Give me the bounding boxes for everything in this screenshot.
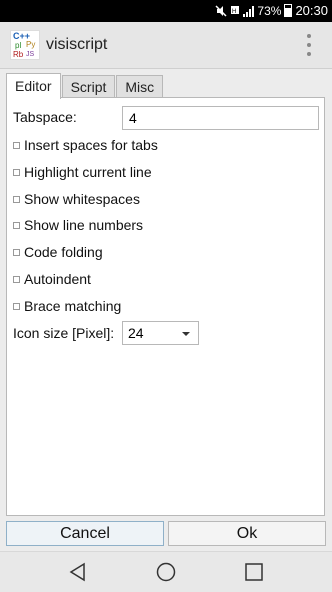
tab-script[interactable]: Script	[61, 75, 116, 98]
tab-misc[interactable]: Misc	[116, 75, 164, 98]
option-label: Highlight current line	[24, 164, 152, 180]
checkbox[interactable]	[13, 221, 20, 229]
status-time: 20:30	[295, 3, 328, 18]
battery-icon	[284, 4, 293, 17]
option-highlight-line[interactable]: Highlight current line	[13, 164, 152, 180]
icon-size-select[interactable]: 24	[122, 321, 199, 345]
recents-icon[interactable]	[244, 562, 264, 582]
icon-size-label: Icon size [Pixel]:	[13, 325, 115, 341]
option-insert-spaces[interactable]: Insert spaces for tabs	[13, 137, 158, 153]
signal-icon	[243, 5, 255, 17]
option-show-whitespaces[interactable]: Show whitespaces	[13, 191, 140, 207]
tabspace-label: Tabspace:	[13, 109, 77, 125]
tab-editor[interactable]: Editor	[6, 73, 61, 99]
overflow-menu-icon[interactable]	[306, 34, 312, 56]
checkbox[interactable]	[13, 195, 20, 203]
option-label: Autoindent	[24, 271, 91, 287]
logo-pl: pl	[15, 41, 22, 50]
option-label: Code folding	[24, 244, 103, 260]
status-bar: H 73% 20:30	[0, 0, 332, 22]
checkbox[interactable]	[13, 168, 20, 176]
status-icons: H 73% 20:30	[215, 3, 328, 18]
checkbox[interactable]	[13, 275, 20, 283]
checkbox[interactable]	[13, 302, 20, 310]
editor-settings-panel: Tabspace: 4 Insert spaces for tabs Highl…	[6, 97, 325, 516]
tab-bar: Editor Script Misc	[6, 73, 164, 99]
dropdown-caret-icon	[182, 332, 190, 336]
svg-text:H: H	[232, 9, 236, 15]
logo-rb: Rb	[13, 50, 24, 59]
option-autoindent[interactable]: Autoindent	[13, 271, 91, 287]
app-bar: C++ pl Py Rb JS visiscript	[0, 22, 332, 69]
cancel-button[interactable]: Cancel	[6, 521, 164, 546]
option-label: Show line numbers	[24, 217, 144, 233]
logo-js: JS	[26, 51, 35, 58]
tabspace-input[interactable]: 4	[122, 106, 319, 130]
option-label: Show whitespaces	[24, 191, 140, 207]
option-show-line-numbers[interactable]: Show line numbers	[13, 217, 143, 233]
logo-py: Py	[26, 40, 36, 49]
icon-size-value: 24	[128, 325, 144, 341]
checkbox[interactable]	[13, 248, 20, 256]
option-code-folding[interactable]: Code folding	[13, 244, 103, 260]
battery-percent: 73%	[257, 3, 282, 18]
option-label: Brace matching	[24, 298, 122, 314]
checkbox[interactable]	[13, 141, 20, 149]
option-brace-matching[interactable]: Brace matching	[13, 298, 121, 314]
ok-button[interactable]: Ok	[168, 521, 326, 546]
home-icon[interactable]	[156, 562, 176, 582]
option-label: Insert spaces for tabs	[24, 137, 158, 153]
app-title: visiscript	[46, 36, 108, 53]
back-icon[interactable]	[68, 562, 88, 582]
app-logo: C++ pl Py Rb JS	[10, 30, 40, 60]
mute-icon	[215, 4, 227, 17]
data-icon: H	[231, 5, 240, 15]
navigation-bar	[0, 551, 332, 592]
